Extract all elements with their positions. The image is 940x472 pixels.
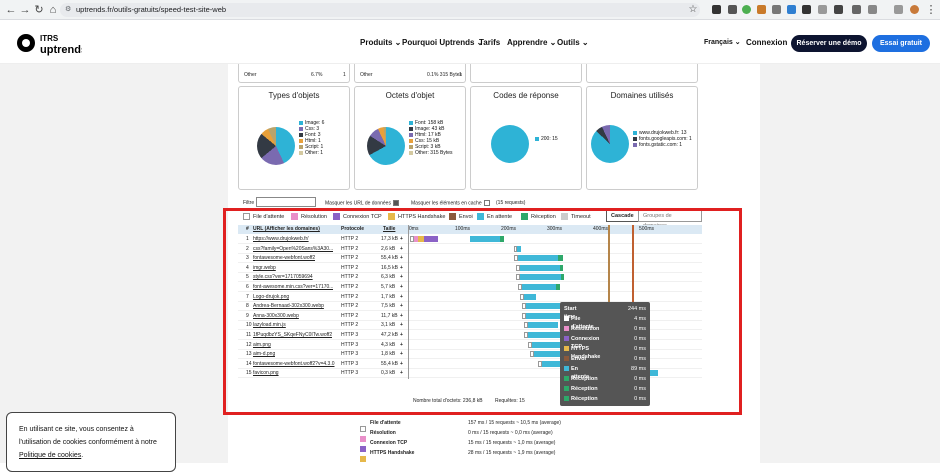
top-table-card bbox=[470, 64, 582, 83]
top-table-card: Other 0.1% 315 Bytes 1 bbox=[354, 64, 466, 83]
extension-icon[interactable] bbox=[772, 5, 781, 14]
cookie-text: En utilisant ce site, vous consentez à bbox=[19, 426, 134, 433]
extension-icon[interactable] bbox=[818, 5, 827, 14]
row-count: 1 bbox=[459, 72, 462, 78]
mask-data-urls[interactable]: Masquer les URL de données bbox=[325, 200, 401, 206]
pie-chart bbox=[257, 127, 295, 165]
reload-icon[interactable]: ↻ bbox=[32, 3, 46, 17]
card-title: Codes de réponse bbox=[493, 91, 559, 100]
extension-icon[interactable] bbox=[852, 5, 861, 14]
row-label: Other bbox=[244, 72, 257, 78]
cookie-text: l'utilisation de cookies conformément à … bbox=[19, 439, 157, 446]
filter-input[interactable] bbox=[256, 197, 316, 207]
mask-cache[interactable]: Masquer les éléments en cache bbox=[411, 200, 492, 206]
home-icon[interactable]: ⌂ bbox=[46, 3, 60, 17]
nav-learn[interactable]: Apprendre ⌄ bbox=[507, 38, 556, 47]
summary-row: HTTPS Handshake 28 ms / 15 requests ~ 1,9… bbox=[360, 450, 590, 462]
row-count: 1 bbox=[343, 72, 346, 78]
browser-toolbar: ← → ↻ ⌂ ⚙ uptrends.fr/outils-gratuits/sp… bbox=[0, 0, 940, 20]
summary-row: Connexion TCP 15 ms / 15 requests ~ 1,0 m… bbox=[360, 440, 590, 452]
extension-icon[interactable] bbox=[834, 5, 843, 14]
card-title: Types d'objets bbox=[268, 91, 320, 100]
object-types-card: Types d'objets Image: 6 Css: 3 Font: 3 H… bbox=[238, 86, 350, 190]
puzzle-icon[interactable] bbox=[868, 5, 877, 14]
pie-chart bbox=[367, 127, 405, 165]
logo-top-text: ITRS bbox=[40, 34, 59, 43]
top-table-card: Other 6.7% 1 bbox=[238, 64, 350, 83]
pie-chart bbox=[491, 125, 529, 163]
nav-products[interactable]: Produits ⌄ bbox=[360, 38, 401, 47]
site-info-icon[interactable]: ⚙ bbox=[65, 3, 71, 17]
nav-tools[interactable]: Outils ⌄ bbox=[557, 38, 589, 47]
card-title: Octets d'objet bbox=[385, 91, 435, 100]
pie-legend: www.drujokweb.fr: 13 fonts.googleapis.co… bbox=[633, 130, 692, 148]
extension-icon[interactable] bbox=[757, 5, 766, 14]
profile-avatar[interactable] bbox=[910, 5, 919, 14]
highlight-box bbox=[223, 208, 742, 415]
pie-legend: Font: 158 kB Image: 43 kB Html: 17 kB Cs… bbox=[409, 120, 453, 156]
extension-icon[interactable] bbox=[712, 5, 721, 14]
nav-pricing[interactable]: Tarifs bbox=[479, 38, 500, 47]
row-pct: 0.1% 315 Bytes bbox=[427, 72, 463, 78]
timing-summary: File d'attente 157 ms / 15 requests ~ 10,… bbox=[360, 420, 600, 463]
extension-icon[interactable] bbox=[787, 5, 796, 14]
language-selector[interactable]: Français ⌄ bbox=[704, 38, 741, 46]
top-table-card bbox=[586, 64, 698, 83]
bookmark-star-icon[interactable]: ☆ bbox=[686, 3, 700, 17]
login-link[interactable]: Connexion bbox=[746, 38, 787, 47]
sidebar-icon[interactable] bbox=[894, 5, 903, 14]
mask-data-urls-checkbox[interactable] bbox=[392, 200, 399, 206]
url-text: uptrends.fr/outils-gratuits/speed-test-s… bbox=[76, 5, 227, 14]
itrs-uptrends-logo[interactable]: ITRS uptrends bbox=[16, 30, 82, 56]
extension-icon[interactable] bbox=[802, 5, 811, 14]
more-menu-icon[interactable]: ⋮ bbox=[924, 3, 938, 17]
request-count: (15 requests) bbox=[496, 200, 526, 206]
filter-label: Filtre bbox=[243, 200, 255, 206]
row-label: Other bbox=[360, 72, 373, 78]
logo-bottom-text: uptrends bbox=[40, 44, 82, 56]
pie-legend: 200: 15 bbox=[535, 136, 558, 142]
summary-row: Résolution 0 ms / 15 requests ~ 0,0 ms (a… bbox=[360, 430, 590, 442]
object-bytes-card: Octets d'objet Font: 158 kB Image: 43 kB… bbox=[354, 86, 466, 190]
cookie-banner: En utilisant ce site, vous consentez à l… bbox=[6, 412, 176, 472]
pie-chart bbox=[591, 125, 629, 163]
extension-icon[interactable] bbox=[728, 5, 737, 14]
back-icon[interactable]: ← bbox=[4, 3, 18, 17]
row-pct: 6.7% bbox=[311, 72, 323, 78]
book-demo-button[interactable]: Réserver une démo bbox=[791, 35, 867, 52]
site-header: ITRS uptrends Produits ⌄ Pourquoi Uptren… bbox=[0, 20, 940, 64]
response-codes-card: Codes de réponse 200: 15 bbox=[470, 86, 582, 190]
mask-cache-checkbox[interactable] bbox=[483, 200, 490, 206]
address-bar[interactable]: ⚙ uptrends.fr/outils-gratuits/speed-test… bbox=[60, 3, 700, 17]
card-title: Domaines utilisés bbox=[610, 91, 674, 100]
summary-row: File d'attente 157 ms / 15 requests ~ 10,… bbox=[360, 420, 590, 432]
domains-card: Domaines utilisés www.drujokweb.fr: 13 f… bbox=[586, 86, 698, 190]
forward-icon[interactable]: → bbox=[18, 3, 32, 17]
nav-why-uptrends[interactable]: Pourquoi Uptrends ⌄ bbox=[402, 38, 483, 47]
cookie-policy-link[interactable]: Politique de cookies bbox=[19, 452, 81, 459]
pie-legend: Image: 6 Css: 3 Font: 3 Html: 1 Script: … bbox=[299, 120, 324, 156]
free-trial-button[interactable]: Essai gratuit bbox=[872, 35, 930, 52]
extension-icon[interactable] bbox=[742, 5, 751, 14]
